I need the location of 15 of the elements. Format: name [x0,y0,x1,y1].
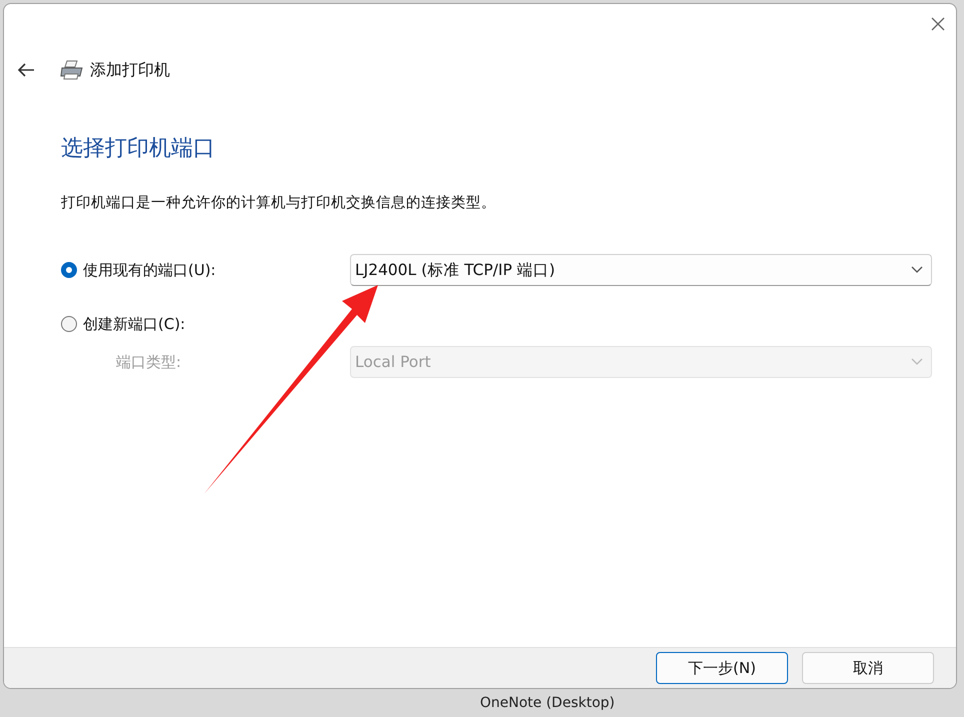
page-heading: 选择打印机端口 [61,135,216,163]
printer-icon [60,60,84,80]
radio-option[interactable]: 使用现有的端口(U): [61,260,350,280]
port-type-label: 端口类型: [115,352,182,372]
back-icon[interactable] [16,62,36,78]
caret-icon [911,358,923,366]
window-title: 添加打印机 [90,60,170,80]
port-dropdown[interactable]: LJ2400L (标准 TCP/IP 端口) [350,254,932,286]
next-button[interactable]: 下一步(N) [656,652,788,684]
radio-option[interactable]: 创建新端口(C): [61,314,350,334]
caret-icon [911,266,923,274]
cancel-button[interactable]: 取消 [802,652,934,684]
description-text: 打印机端口是一种允许你的计算机与打印机交换信息的连接类型。 [61,194,497,213]
background-list-item: OneNote (Desktop) [480,695,615,711]
close-icon[interactable] [930,16,946,32]
